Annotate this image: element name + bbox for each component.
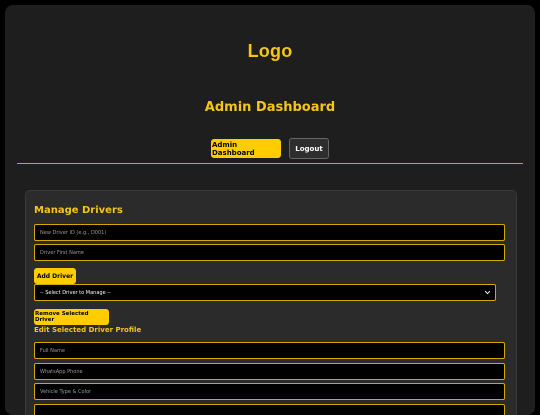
page-title: Admin Dashboard xyxy=(204,100,336,115)
add-driver-button[interactable]: Add Driver xyxy=(34,268,76,284)
new-driver-id-input[interactable]: New Driver ID (e.g., D001) xyxy=(34,224,505,241)
manage-drivers-title: Manage Drivers xyxy=(34,205,123,216)
select-driver-value: -- Select Driver to Manage -- xyxy=(40,289,111,296)
whatsapp-phone-input[interactable]: WhatsApp Phone xyxy=(34,363,505,380)
chevron-down-icon xyxy=(484,290,491,295)
admin-dashboard-button[interactable]: Admin Dashboard xyxy=(211,139,281,158)
logo: Logo xyxy=(247,41,293,61)
edit-profile-title: Edit Selected Driver Profile xyxy=(34,326,142,334)
header-divider xyxy=(17,163,523,164)
vehicle-type-input[interactable]: Vehicle Type & Color xyxy=(34,383,505,400)
next-profile-input[interactable] xyxy=(34,404,505,415)
remove-selected-driver-button[interactable]: Remove Selected Driver xyxy=(34,309,109,325)
select-driver-dropdown[interactable]: -- Select Driver to Manage -- xyxy=(34,284,496,301)
nav-bar: Admin Dashboard Logout xyxy=(5,138,535,159)
manage-drivers-card: Manage Drivers New Driver ID (e.g., D001… xyxy=(25,190,517,415)
full-name-input[interactable]: Full Name xyxy=(34,342,505,359)
logout-button[interactable]: Logout xyxy=(289,138,329,159)
driver-first-name-input[interactable]: Driver First Name xyxy=(34,244,505,261)
admin-page: Logo Admin Dashboard Admin Dashboard Log… xyxy=(5,5,535,415)
